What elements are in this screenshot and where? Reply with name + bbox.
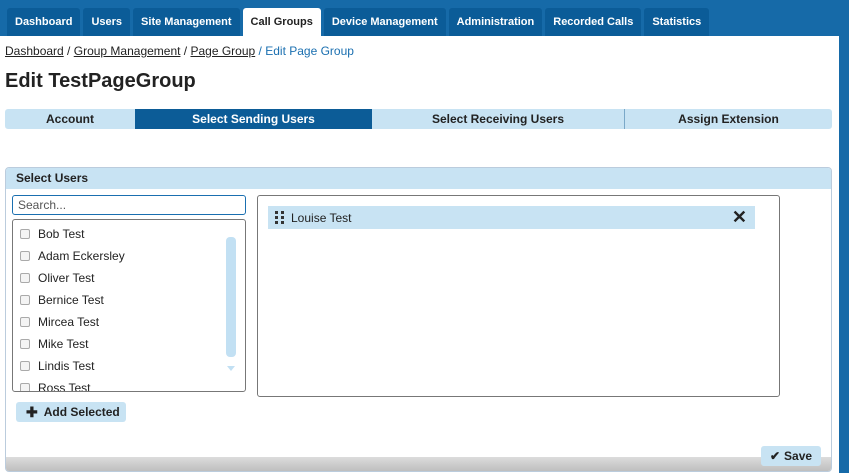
user-name: Bernice Test [38, 293, 104, 307]
selected-users-list[interactable]: Louise Test ✕ [257, 195, 780, 397]
user-option[interactable]: Adam Eckersley [20, 246, 125, 266]
panel-footer [6, 457, 831, 471]
user-option[interactable]: Bernice Test [20, 290, 104, 310]
scroll-down-arrow-icon[interactable] [227, 366, 235, 371]
user-checkbox[interactable] [20, 295, 30, 305]
user-name: Oliver Test [38, 271, 95, 285]
user-checkbox[interactable] [20, 229, 30, 239]
list-scrollbar[interactable] [226, 237, 236, 357]
add-selected-label: Add Selected [43, 405, 120, 419]
step-assign-extension[interactable]: Assign Extension [624, 109, 832, 129]
user-option[interactable]: Oliver Test [20, 268, 94, 288]
select-users-panel: Select Users Bob Test Adam Eckersley Oli… [5, 167, 832, 472]
nav-tab-statistics[interactable]: Statistics [644, 8, 710, 36]
search-input[interactable] [12, 195, 246, 215]
user-name: Adam Eckersley [38, 249, 125, 263]
user-name: Bob Test [38, 227, 85, 241]
nav-tab-users[interactable]: Users [83, 8, 131, 36]
breadcrumb-separator: / [255, 44, 266, 58]
step-select-sending-users[interactable]: Select Sending Users [135, 109, 372, 129]
plus-icon: ✚ [26, 404, 38, 420]
breadcrumb-current: Edit Page Group [265, 44, 354, 58]
panel-header: Select Users [6, 168, 831, 189]
wizard-steps: Account Select Sending Users Select Rece… [5, 109, 832, 129]
add-selected-button[interactable]: ✚ Add Selected [16, 402, 126, 422]
user-option[interactable]: Bob Test [20, 224, 84, 244]
user-option[interactable]: Ross Test [20, 378, 91, 392]
breadcrumb: Dashboard / Group Management / Page Grou… [5, 44, 354, 58]
content-area: Dashboard / Group Management / Page Grou… [0, 36, 839, 473]
user-name: Mircea Test [38, 315, 100, 329]
main-nav: Dashboard Users Site Management Call Gro… [7, 8, 710, 36]
breadcrumb-separator: / [180, 44, 191, 58]
user-checkbox[interactable] [20, 339, 30, 349]
nav-tab-administration[interactable]: Administration [448, 8, 543, 36]
user-checkbox[interactable] [20, 361, 30, 371]
user-name: Mike Test [38, 337, 89, 351]
user-option[interactable]: Lindis Test [20, 356, 94, 376]
user-checkbox[interactable] [20, 273, 30, 283]
selected-user-item[interactable]: Louise Test ✕ [268, 206, 755, 229]
user-checkbox[interactable] [20, 383, 30, 391]
user-option[interactable]: Mike Test [20, 334, 88, 354]
save-label: Save [784, 449, 813, 463]
nav-tab-site-management[interactable]: Site Management [133, 8, 240, 36]
user-checkbox[interactable] [20, 317, 30, 327]
selected-user-name: Louise Test [291, 210, 352, 225]
page-title: Edit TestPageGroup [5, 70, 196, 92]
drag-handle-icon[interactable] [275, 210, 285, 225]
user-name: Lindis Test [38, 359, 95, 373]
user-name: Ross Test [38, 381, 91, 392]
user-checkbox[interactable] [20, 251, 30, 261]
breadcrumb-group-management[interactable]: Group Management [74, 44, 181, 58]
nav-tab-device-management[interactable]: Device Management [323, 8, 446, 36]
close-icon[interactable]: ✕ [732, 207, 747, 227]
step-account[interactable]: Account [5, 109, 135, 129]
step-select-receiving-users[interactable]: Select Receiving Users [372, 109, 624, 129]
breadcrumb-separator: / [63, 44, 74, 58]
nav-tab-recorded-calls[interactable]: Recorded Calls [545, 8, 642, 36]
breadcrumb-page-group[interactable]: Page Group [190, 44, 255, 58]
available-users-list[interactable]: Bob Test Adam Eckersley Oliver Test Bern… [12, 219, 246, 392]
page-frame-edge [839, 0, 849, 473]
nav-tab-dashboard[interactable]: Dashboard [7, 8, 81, 36]
nav-tab-call-groups[interactable]: Call Groups [242, 8, 321, 36]
user-option[interactable]: Mircea Test [20, 312, 99, 332]
save-button[interactable]: ✔ Save [761, 446, 821, 466]
checkmark-icon: ✔ [769, 449, 781, 463]
breadcrumb-dashboard[interactable]: Dashboard [5, 44, 64, 58]
